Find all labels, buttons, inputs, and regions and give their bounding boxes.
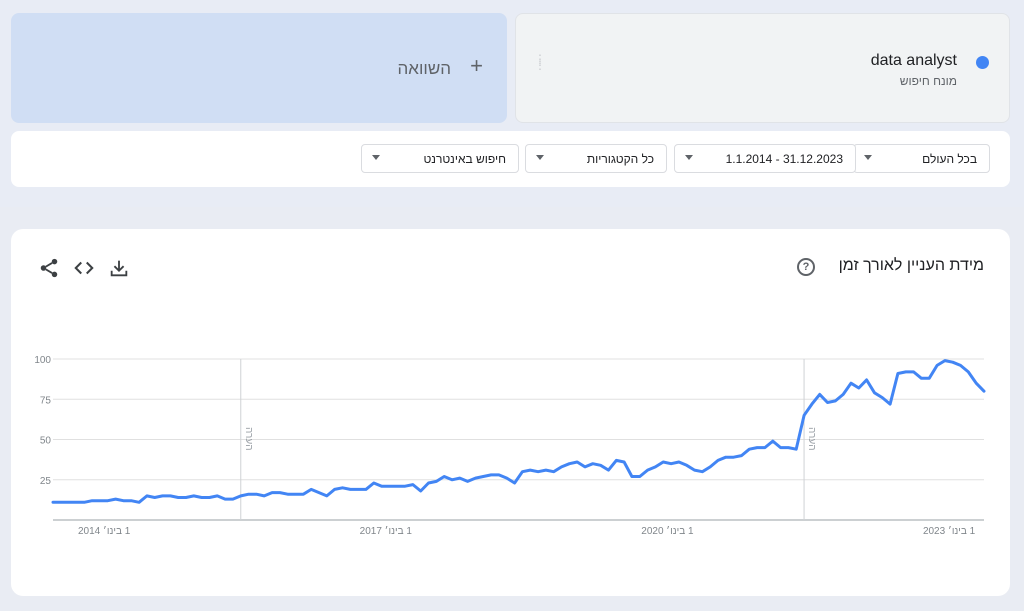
date-range-label: 1.1.2014 - 31.12.2023 (725, 152, 843, 166)
search-term-name[interactable]: data analyst (871, 52, 957, 70)
search-type-label: חיפוש באינטרנט (423, 152, 506, 166)
series-line (51, 359, 986, 504)
y-tick-label: 75 (40, 395, 52, 406)
filter-bar: בכל העולם 1.1.2014 - 31.12.2023 כל הקטגו… (11, 131, 1010, 187)
search-type-dropdown[interactable]: חיפוש באינטרנט (361, 144, 519, 173)
plus-icon: + (470, 53, 483, 78)
dropdown-arrow-icon (372, 155, 380, 160)
x-tick-label: 1 בינו׳ 2017 (360, 526, 413, 537)
y-tick-label: 50 (40, 436, 52, 447)
category-dropdown[interactable]: כל הקטגוריות (525, 144, 667, 173)
drag-handle-icon[interactable]: ⋮ ⋮ (534, 53, 546, 78)
date-range-dropdown[interactable]: 1.1.2014 - 31.12.2023 (674, 144, 856, 173)
search-term-subtitle: מונח חיפוש (899, 74, 957, 88)
x-tick-label: 1 בינו׳ 2020 (641, 526, 694, 537)
y-tick-label: 25 (40, 476, 52, 487)
region-label: בכל העולם (922, 152, 977, 166)
annotation-label: הערה (243, 427, 254, 451)
compare-button[interactable]: + השוואה (11, 13, 507, 123)
y-tick-label: 100 (34, 355, 51, 366)
x-tick-label: 1 בינו׳ 2023 (923, 526, 976, 537)
category-label: כל הקטגוריות (586, 152, 654, 166)
dropdown-arrow-icon (864, 155, 872, 160)
search-term-card[interactable]: ⋮ ⋮ data analyst מונח חיפוש (515, 13, 1010, 123)
x-tick-label: 1 בינו׳ 2014 (78, 526, 131, 537)
dropdown-arrow-icon (536, 155, 544, 160)
annotation-label: הערה (806, 427, 817, 451)
compare-label: השוואה (397, 59, 451, 78)
series-color-dot (976, 56, 989, 69)
region-dropdown[interactable]: בכל העולם (853, 144, 990, 173)
interest-over-time-card: מידת העניין לאורך זמן ? 25 50 75 100 1 בינו׳… (11, 229, 1010, 596)
dropdown-arrow-icon (685, 155, 693, 160)
interest-line-chart: 25 50 75 100 1 בינו׳ 2014 1 בינו׳ 2017 1 בינו׳… (34, 355, 986, 537)
